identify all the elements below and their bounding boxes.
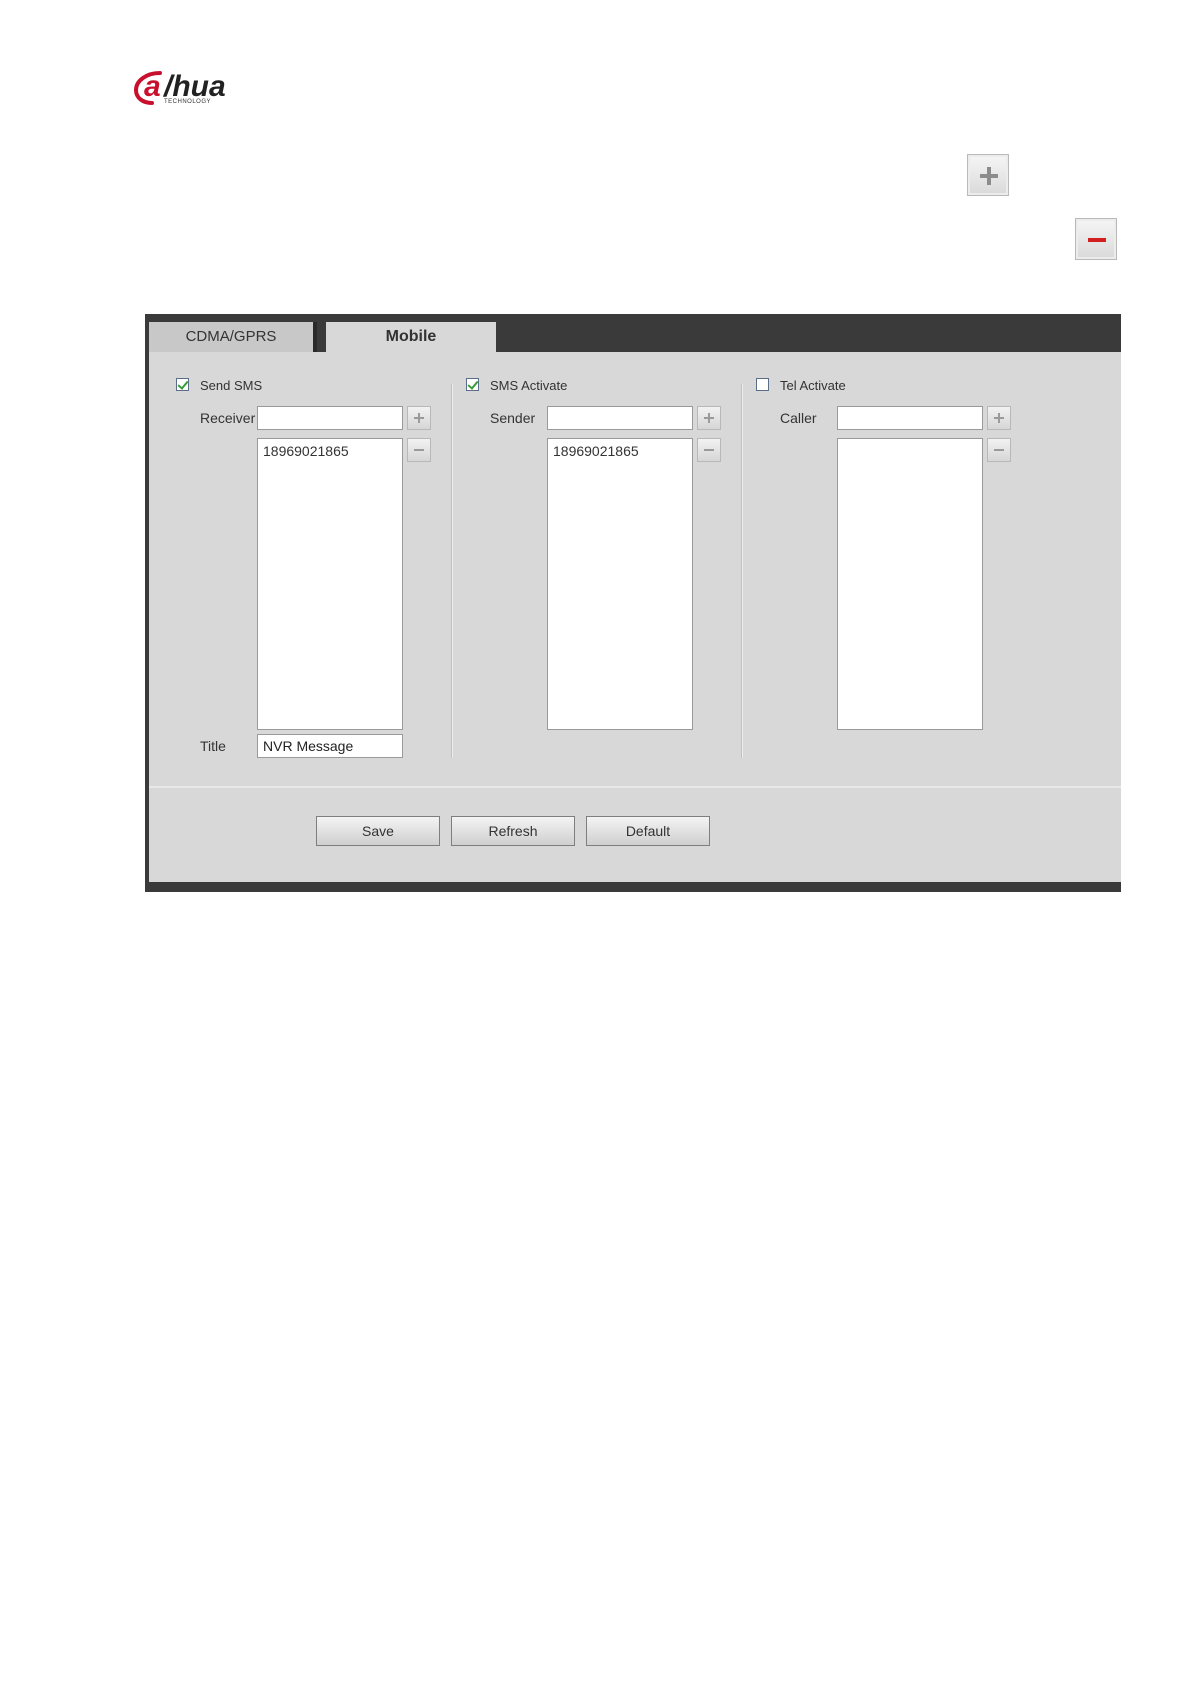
save-button[interactable]: Save xyxy=(316,816,440,846)
sender-input[interactable] xyxy=(547,406,693,430)
caller-label: Caller xyxy=(780,410,817,426)
title-input[interactable] xyxy=(257,734,403,758)
caller-input[interactable] xyxy=(837,406,983,430)
refresh-button[interactable]: Refresh xyxy=(451,816,575,846)
column-divider xyxy=(451,384,453,758)
default-button[interactable]: Default xyxy=(586,816,710,846)
plus-icon xyxy=(967,154,1009,196)
sender-list[interactable]: 18969021865 xyxy=(547,438,693,730)
receiver-input[interactable] xyxy=(257,406,403,430)
receiver-label: Receiver xyxy=(200,410,256,426)
send-sms-checkbox[interactable] xyxy=(176,378,189,391)
tab-bar: CDMA/GPRS Mobile xyxy=(145,314,1121,354)
tel-activate-checkbox[interactable] xyxy=(756,378,769,391)
receiver-add-button[interactable] xyxy=(407,406,431,430)
sms-activate-checkbox[interactable] xyxy=(466,378,479,391)
tab-content: Send SMS Receiver 18969021865 Title SMS … xyxy=(149,352,1121,786)
dahua-logo: a /hua TECHNOLOGY xyxy=(134,66,264,110)
send-sms-label: Send SMS xyxy=(200,378,263,393)
caller-list[interactable] xyxy=(837,438,983,730)
receiver-list[interactable]: 18969021865 xyxy=(257,438,403,730)
svg-text:a: a xyxy=(144,70,161,103)
tel-activate-label: Tel Activate xyxy=(780,378,846,393)
minus-icon xyxy=(1075,218,1117,260)
tab-cdma-gprs[interactable]: CDMA/GPRS xyxy=(149,322,317,352)
receiver-remove-button[interactable] xyxy=(407,438,431,462)
sender-remove-button[interactable] xyxy=(697,438,721,462)
list-item[interactable]: 18969021865 xyxy=(553,442,687,460)
logo-subtitle: TECHNOLOGY xyxy=(164,99,212,105)
panel-bottom-border xyxy=(145,882,1121,892)
caller-remove-button[interactable] xyxy=(987,438,1011,462)
sender-label: Sender xyxy=(490,410,536,426)
list-item[interactable]: 18969021865 xyxy=(263,442,397,460)
action-footer: Save Refresh Default xyxy=(149,786,1121,882)
tab-mobile[interactable]: Mobile xyxy=(326,322,496,354)
column-divider xyxy=(741,384,743,758)
sms-activate-label: SMS Activate xyxy=(490,378,568,393)
title-label: Title xyxy=(200,738,226,754)
mobile-settings-panel: CDMA/GPRS Mobile Send SMS Receiver 18969… xyxy=(145,314,1121,892)
sender-add-button[interactable] xyxy=(697,406,721,430)
caller-add-button[interactable] xyxy=(987,406,1011,430)
